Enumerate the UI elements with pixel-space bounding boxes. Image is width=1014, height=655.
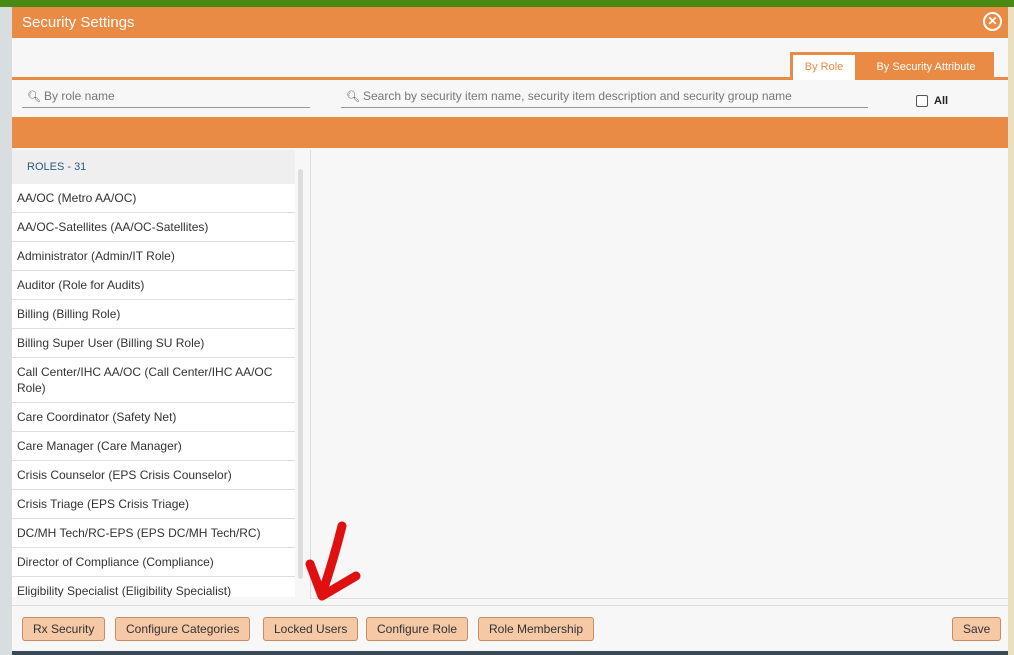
- role-list-item[interactable]: Auditor (Role for Audits): [12, 271, 295, 300]
- search-icon: 🔍︎: [346, 91, 360, 103]
- role-list-item[interactable]: AA/OC (Metro AA/OC): [12, 184, 295, 213]
- security-settings-dialog: Security Settings ✕ By Role By Security …: [12, 7, 1008, 651]
- role-search-placeholder: By role name: [44, 89, 115, 103]
- background-app: [0, 7, 12, 655]
- tab-by-security-attribute[interactable]: By Security Attribute: [858, 52, 994, 80]
- role-list-item[interactable]: Care Coordinator (Safety Net): [12, 403, 295, 432]
- search-row: 🔍︎ By role name 🔍︎ Search by security it…: [12, 80, 1008, 117]
- role-list-item[interactable]: Crisis Counselor (EPS Crisis Counselor): [12, 461, 295, 490]
- locked-users-button[interactable]: Locked Users: [263, 617, 359, 641]
- role-list-item[interactable]: Billing (Billing Role): [12, 300, 295, 329]
- rx-security-button[interactable]: Rx Security: [22, 617, 106, 641]
- tab-by-role[interactable]: By Role: [790, 52, 858, 80]
- configure-categories-button[interactable]: Configure Categories: [115, 617, 251, 641]
- red-arrow-annotation: [305, 521, 361, 601]
- role-list-item[interactable]: Director of Compliance (Compliance): [12, 548, 295, 577]
- role-list-item[interactable]: DC/MH Tech/RC-EPS (EPS DC/MH Tech/RC): [12, 519, 295, 548]
- roles-scrollbar[interactable]: [298, 169, 303, 579]
- close-icon[interactable]: ✕: [983, 12, 1002, 31]
- role-list-item[interactable]: Billing Super User (Billing SU Role): [12, 329, 295, 358]
- role-list-item[interactable]: Crisis Triage (EPS Crisis Triage): [12, 490, 295, 519]
- background-app: [1008, 7, 1014, 655]
- role-list-item[interactable]: AA/OC-Satellites (AA/OC-Satellites): [12, 213, 295, 242]
- roles-list: ROLES - 31 AA/OC (Metro AA/OC) AA/OC-Sate…: [12, 150, 295, 597]
- roles-header: ROLES - 31: [12, 150, 295, 184]
- role-list-item[interactable]: Eligibility Specialist (Eligibility Spec…: [12, 577, 295, 597]
- item-search-input[interactable]: 🔍︎ Search by security item name, securit…: [341, 86, 868, 108]
- role-search-input[interactable]: 🔍︎ By role name: [22, 86, 310, 108]
- checkbox[interactable]: [916, 95, 928, 108]
- role-list-item[interactable]: Administrator (Admin/IT Role): [12, 242, 295, 271]
- item-search-placeholder: Search by security item name, security i…: [363, 89, 792, 103]
- background-app-bar: [0, 0, 1014, 7]
- configure-role-button[interactable]: Configure Role: [366, 617, 469, 641]
- role-membership-button[interactable]: Role Membership: [478, 617, 595, 641]
- role-list-item[interactable]: Call Center/IHC AA/OC (Call Center/IHC A…: [12, 358, 295, 403]
- security-items-panel: [310, 150, 1008, 599]
- tab-strip: By Role By Security Attribute: [12, 38, 1008, 80]
- dialog-titlebar: Security Settings ✕: [12, 7, 1008, 38]
- save-button[interactable]: Save: [952, 617, 1002, 641]
- dialog-footer: Rx Security Configure Categories Locked …: [12, 605, 1008, 641]
- all-checkbox[interactable]: All: [916, 95, 949, 108]
- role-list-item[interactable]: Care Manager (Care Manager): [12, 432, 295, 461]
- orange-band: [12, 117, 1008, 148]
- search-icon: 🔍︎: [27, 91, 41, 103]
- dialog-title: Security Settings: [22, 14, 135, 31]
- all-label: All: [934, 95, 949, 107]
